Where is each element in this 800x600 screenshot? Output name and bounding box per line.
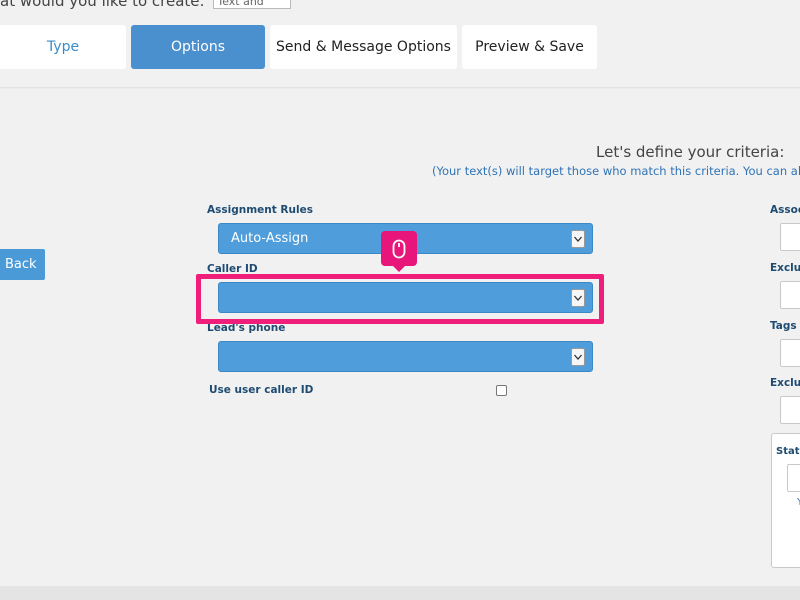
assignment-rules-value: Auto-Assign (231, 231, 309, 246)
back-button[interactable]: Back (0, 249, 45, 280)
right-label-tags: Tags (770, 320, 797, 332)
footer-strip (0, 586, 800, 600)
leads-phone-select[interactable] (218, 341, 593, 372)
tab-preview-save[interactable]: Preview & Save (462, 25, 597, 69)
tab-type[interactable]: Type (0, 25, 126, 69)
tab-options-label: Options (170, 39, 226, 55)
right-label-exclude-1: Exclu (770, 262, 800, 274)
exclude-input-2[interactable] (780, 396, 800, 424)
create-type-prompt-label: at would you like to create: (0, 0, 205, 10)
create-type-select[interactable]: Text and (213, 0, 292, 9)
status-label: Statu (776, 446, 800, 457)
right-label-exclude-2: Exclu (770, 377, 800, 389)
tab-preview-label: Preview & Save (475, 39, 584, 55)
tab-options[interactable]: Options (131, 25, 265, 69)
tags-input[interactable] (780, 339, 800, 367)
tab-send-message-options[interactable]: Send & Message Options (270, 25, 457, 69)
back-button-label: Back (5, 257, 37, 272)
tab-type-label: Type (46, 39, 80, 55)
status-input[interactable] (787, 464, 800, 492)
exclude-input-1[interactable] (780, 281, 800, 309)
use-user-caller-id-checkbox[interactable] (496, 385, 507, 396)
criteria-subheading: (Your text(s) will target those who matc… (432, 164, 800, 178)
assignment-rules-label: Assignment Rules (207, 204, 313, 216)
mouse-icon (381, 231, 417, 272)
create-type-prompt: at would you like to create: Text and (0, 0, 292, 10)
right-label-associated: Assoc (770, 204, 800, 216)
criteria-heading: Let's define your criteria: (596, 143, 785, 161)
chevron-down-icon (571, 230, 585, 248)
tab-send-label: Send & Message Options (276, 39, 451, 55)
chevron-down-icon (571, 348, 585, 366)
associated-input[interactable] (780, 223, 800, 251)
caller-id-highlight (196, 274, 604, 324)
use-user-caller-id-label: Use user caller ID (209, 384, 314, 396)
